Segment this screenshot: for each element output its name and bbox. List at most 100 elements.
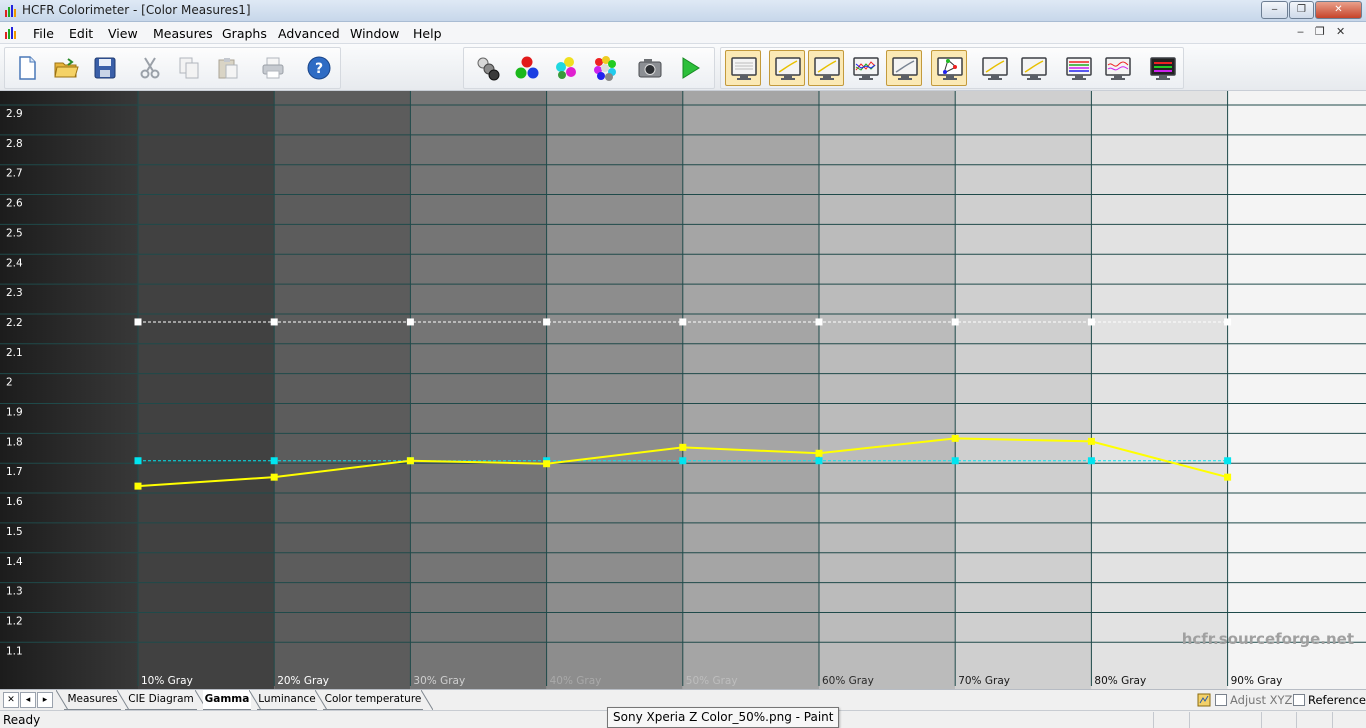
y-tick-label: 2.6 bbox=[6, 198, 23, 210]
menu-measures[interactable]: Measures bbox=[153, 26, 213, 41]
tab-measures[interactable]: Measures bbox=[64, 690, 121, 710]
y-tick-label: 2 bbox=[6, 377, 13, 389]
y-tick-label: 1.3 bbox=[6, 586, 23, 598]
camera-icon[interactable] bbox=[632, 50, 668, 86]
primary-colors-measure-icon[interactable] bbox=[509, 50, 545, 86]
gamma-chart: 2.9 2.8 2.7 2.6 2.5 2.4 2.3 2.2 2.1 2 1.9 1.8 1.7 1.6… bbox=[0, 91, 1366, 689]
open-folder-icon[interactable] bbox=[48, 50, 84, 86]
gamma-graph-icon-glyph bbox=[775, 57, 801, 80]
near-black-graph-icon[interactable] bbox=[976, 50, 1012, 86]
color-temperature-graph-icon-glyph bbox=[892, 57, 918, 80]
next-tab-icon[interactable]: ▸ bbox=[37, 692, 53, 708]
series-point bbox=[134, 318, 142, 326]
new-document-icon[interactable] bbox=[9, 50, 45, 86]
y-tick-label: 1.5 bbox=[6, 526, 23, 538]
series-point bbox=[1087, 437, 1095, 445]
copy-icon[interactable] bbox=[171, 50, 207, 86]
menu-help[interactable]: Help bbox=[413, 26, 442, 41]
gray-scale-view-icon-glyph bbox=[731, 57, 757, 80]
x-tick-label: 90% Gray bbox=[1231, 675, 1283, 687]
maximize-button[interactable]: ❐ bbox=[1289, 1, 1314, 19]
gray-band bbox=[819, 91, 956, 689]
series-point bbox=[270, 473, 278, 481]
series-point bbox=[406, 318, 414, 326]
saturation-shift-graph-icon[interactable] bbox=[1099, 50, 1135, 86]
near-white-graph-icon[interactable] bbox=[1015, 50, 1051, 86]
minimize-button[interactable]: ‒ bbox=[1261, 1, 1288, 19]
series-point bbox=[679, 318, 687, 326]
adjust-xyz-checkbox[interactable] bbox=[1215, 694, 1227, 706]
tab-cie-diagram[interactable]: CIE Diagram bbox=[125, 690, 197, 710]
menu-window[interactable]: Window bbox=[350, 26, 399, 41]
status-panel bbox=[1296, 712, 1332, 728]
status-panel bbox=[1189, 712, 1261, 728]
cie-diagram-icon-glyph bbox=[937, 57, 963, 80]
tab-luminance[interactable]: Luminance bbox=[257, 690, 317, 710]
gray-band bbox=[1227, 91, 1366, 689]
series-point bbox=[270, 318, 278, 326]
close-tab-icon[interactable]: ✕ bbox=[3, 692, 19, 708]
menu-file[interactable]: File bbox=[33, 26, 54, 41]
y-tick-label: 1.8 bbox=[6, 436, 23, 448]
saturation-shift-graph-icon-glyph bbox=[1105, 57, 1131, 80]
status-panel bbox=[1153, 712, 1189, 728]
document-icon[interactable] bbox=[4, 26, 18, 40]
series-point bbox=[543, 460, 551, 468]
tab-separator-icon bbox=[421, 690, 433, 710]
menu-edit[interactable]: Edit bbox=[69, 26, 93, 41]
mdi-restore-button[interactable]: ❐ bbox=[1315, 25, 1325, 38]
play-icon[interactable] bbox=[672, 50, 708, 86]
print-icon[interactable] bbox=[255, 50, 291, 86]
mdi-minimize-button[interactable]: ‒ bbox=[1297, 25, 1304, 38]
saturation-luminance-graph-icon[interactable] bbox=[1060, 50, 1096, 86]
menu-advanced[interactable]: Advanced bbox=[278, 26, 340, 41]
svg-text:?: ? bbox=[315, 61, 323, 77]
x-tick-label: 60% Gray bbox=[822, 675, 874, 687]
reference-checkbox[interactable] bbox=[1293, 694, 1305, 706]
series-point bbox=[406, 457, 414, 465]
y-tick-label: 1.9 bbox=[6, 407, 23, 419]
gray-band bbox=[1091, 91, 1228, 689]
measures-chart-icon[interactable] bbox=[1144, 50, 1180, 86]
gamma-graph-icon[interactable] bbox=[769, 50, 805, 86]
luminance-graph-icon-glyph bbox=[814, 57, 840, 80]
gray-band bbox=[0, 91, 138, 689]
title-bar: HCFR Colorimeter - [Color Measures1] ‒ ❐… bbox=[0, 0, 1366, 22]
x-tick-label: 50% Gray bbox=[686, 675, 738, 687]
paste-icon[interactable] bbox=[210, 50, 246, 86]
series-point bbox=[1224, 457, 1232, 465]
luminance-graph-icon[interactable] bbox=[808, 50, 844, 86]
secondary-colors-measure-icon[interactable] bbox=[548, 50, 584, 86]
series-point bbox=[815, 449, 823, 457]
gray-scale-view-icon[interactable] bbox=[725, 50, 761, 86]
cie-diagram-icon[interactable] bbox=[931, 50, 967, 86]
tab-color-temperature[interactable]: Color temperature bbox=[323, 690, 423, 710]
series-point bbox=[951, 318, 959, 326]
series-point bbox=[1087, 318, 1095, 326]
close-button[interactable]: ✕ bbox=[1315, 1, 1362, 19]
save-disk-icon[interactable] bbox=[87, 50, 123, 86]
color-temperature-graph-icon[interactable] bbox=[886, 50, 922, 86]
cut-scissors-icon[interactable] bbox=[132, 50, 168, 86]
all-colors-measure-icon[interactable] bbox=[587, 50, 623, 86]
tab-gamma[interactable]: Gamma bbox=[203, 690, 251, 710]
y-tick-label: 2.1 bbox=[6, 347, 23, 359]
series-point bbox=[1087, 457, 1095, 465]
toolbar: ? bbox=[0, 44, 1366, 91]
gray-scale-measure-icon[interactable] bbox=[470, 50, 506, 86]
menu-bar: File Edit View Measures Graphs Advanced … bbox=[0, 22, 1366, 44]
help-icon[interactable]: ? bbox=[301, 50, 337, 86]
gray-band bbox=[955, 91, 1092, 689]
mdi-close-button[interactable]: ✕ bbox=[1336, 25, 1345, 38]
series-point bbox=[1224, 473, 1232, 481]
y-tick-label: 1.6 bbox=[6, 496, 23, 508]
gray-band bbox=[138, 91, 275, 689]
menu-view[interactable]: View bbox=[108, 26, 138, 41]
x-tick-label: 10% Gray bbox=[141, 675, 193, 687]
y-tick-label: 2.2 bbox=[6, 317, 23, 329]
menu-graphs[interactable]: Graphs bbox=[222, 26, 267, 41]
prev-tab-icon[interactable]: ◂ bbox=[20, 692, 36, 708]
status-text: Ready bbox=[3, 713, 41, 727]
rgb-levels-graph-icon[interactable] bbox=[847, 50, 883, 86]
series-point bbox=[543, 318, 551, 326]
